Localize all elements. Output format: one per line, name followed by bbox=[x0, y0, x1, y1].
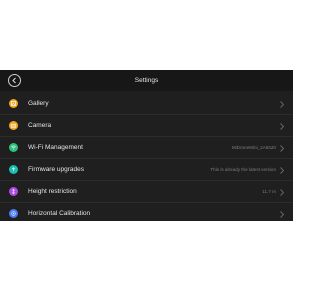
chevron-right-icon bbox=[280, 101, 284, 108]
settings-item-label: Camera bbox=[28, 122, 52, 129]
firmware-status-value: This is already the latest version bbox=[210, 167, 276, 172]
chevron-right-icon bbox=[280, 189, 284, 196]
settings-item-height[interactable]: Height restriction 11.7 m bbox=[0, 182, 293, 203]
calibration-icon bbox=[9, 209, 18, 218]
settings-item-label: Gallery bbox=[28, 100, 49, 107]
settings-item-camera[interactable]: Camera bbox=[0, 116, 293, 137]
settings-item-gallery[interactable]: Gallery bbox=[0, 94, 293, 115]
settings-item-label: Horizontal Calibration bbox=[28, 210, 91, 217]
settings-item-label: Firmware upgrades bbox=[28, 166, 84, 173]
camera-icon bbox=[9, 121, 18, 130]
firmware-icon bbox=[9, 165, 18, 174]
wifi-icon bbox=[9, 143, 18, 152]
settings-item-calibration[interactable]: Horizontal Calibration bbox=[0, 204, 293, 221]
settings-screen: Settings Gallery Camera Wi-Fi Management… bbox=[0, 70, 293, 221]
settings-item-firmware[interactable]: Firmware upgrades This is already the la… bbox=[0, 160, 293, 181]
settings-item-wifi[interactable]: Wi-Fi Management MiDroneMini_2A6520 bbox=[0, 138, 293, 159]
settings-item-label: Height restriction bbox=[28, 188, 77, 195]
height-limit-value: 11.7 m bbox=[262, 189, 276, 194]
header-bar: Settings bbox=[0, 70, 293, 91]
chevron-right-icon bbox=[280, 123, 284, 130]
chevron-right-icon bbox=[280, 167, 284, 174]
page-title: Settings bbox=[134, 77, 159, 84]
chevron-right-icon bbox=[280, 211, 284, 218]
wifi-ssid-value: MiDroneMini_2A6520 bbox=[231, 145, 276, 150]
settings-item-label: Wi-Fi Management bbox=[28, 144, 83, 151]
height-icon bbox=[9, 187, 18, 196]
chevron-right-icon bbox=[280, 145, 284, 152]
gallery-icon bbox=[9, 99, 18, 108]
